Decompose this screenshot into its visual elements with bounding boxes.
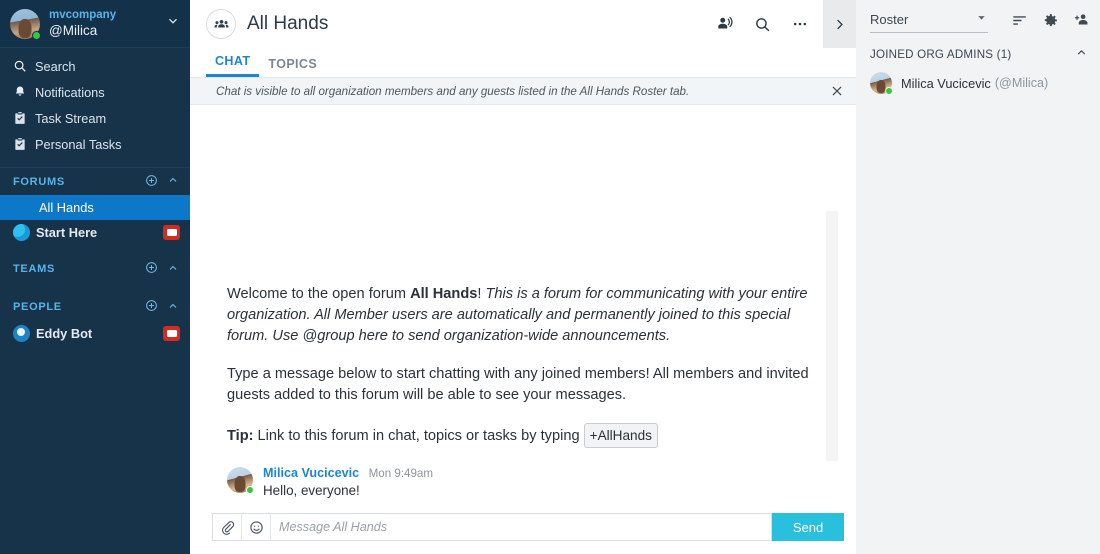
message-composer: Send bbox=[190, 508, 856, 554]
chat-message: Milica Vucicevic Mon 9:49am Hello, every… bbox=[227, 465, 826, 498]
sidebar-item-label: Personal Tasks bbox=[35, 136, 122, 152]
notify-person-icon[interactable] bbox=[706, 15, 744, 33]
roster-select-value: Roster bbox=[870, 12, 909, 27]
emoji-smiley-icon[interactable] bbox=[242, 514, 270, 540]
chevron-up-icon[interactable] bbox=[167, 174, 179, 189]
sidebar-item-search[interactable]: Search bbox=[0, 53, 190, 79]
visibility-notice: Chat is visible to all organization memb… bbox=[190, 78, 856, 105]
main-content: All Hands CHAT TOPICS Chat is visible to… bbox=[190, 0, 856, 554]
avatar bbox=[870, 72, 893, 95]
sidebar-item-label: Eddy Bot bbox=[36, 326, 93, 341]
forum-header: All Hands bbox=[190, 0, 856, 48]
forum-link-chip[interactable]: +AllHands bbox=[583, 423, 658, 448]
welcome-paragraph-2: Type a message below to start chatting w… bbox=[227, 366, 809, 403]
tip-label: Tip: bbox=[227, 428, 254, 444]
sidebar-item-personal-tasks[interactable]: Personal Tasks bbox=[0, 131, 190, 157]
roster-select[interactable]: Roster bbox=[870, 7, 988, 33]
presence-dot-icon bbox=[246, 486, 254, 494]
sidebar-item-task-stream[interactable]: Task Stream bbox=[0, 105, 190, 131]
forum-avatar-icon bbox=[13, 224, 30, 241]
sidebar-item-all-hands[interactable]: All Hands bbox=[0, 195, 190, 220]
group-label: PEOPLE bbox=[13, 301, 62, 313]
page-title: All Hands bbox=[247, 13, 329, 34]
paperclip-icon[interactable] bbox=[213, 514, 241, 540]
sidebar-group-people: PEOPLE bbox=[0, 293, 190, 321]
tab-chat[interactable]: CHAT bbox=[206, 54, 260, 77]
presence-dot-icon bbox=[32, 30, 41, 40]
sidebar-item-label: Task Stream bbox=[35, 110, 107, 126]
add-people-icon[interactable] bbox=[1073, 11, 1091, 29]
user-handle: @Milica bbox=[49, 22, 98, 38]
tip-text: Link to this forum in chat, topics or ta… bbox=[253, 428, 584, 444]
member-name: Milica Vucicevic bbox=[901, 75, 991, 91]
sidebar-item-eddy-bot[interactable]: Eddy Bot bbox=[0, 321, 190, 346]
welcome-lead: Welcome to the open forum bbox=[227, 286, 411, 302]
unread-badge-icon bbox=[163, 225, 180, 240]
chevron-right-icon[interactable] bbox=[823, 0, 856, 48]
chat-scroll-area[interactable]: Welcome to the open forum All Hands! Thi… bbox=[190, 105, 856, 508]
welcome-tip: Tip: Link to this forum in chat, topics … bbox=[227, 423, 826, 448]
plus-circle-icon[interactable] bbox=[145, 174, 158, 190]
roster-section-title: JOINED ORG ADMINS (1) bbox=[870, 47, 1012, 61]
close-icon[interactable] bbox=[830, 84, 844, 98]
member-handle: (@Milica) bbox=[994, 76, 1049, 90]
plus-circle-icon[interactable] bbox=[145, 261, 158, 277]
composer-input-wrap bbox=[212, 513, 772, 541]
notice-text: Chat is visible to all organization memb… bbox=[216, 84, 690, 98]
tab-topics[interactable]: TOPICS bbox=[259, 57, 326, 77]
clipboard-check-icon bbox=[13, 137, 35, 151]
message-text: Hello, everyone! bbox=[263, 483, 360, 498]
roster-section-header[interactable]: JOINED ORG ADMINS (1) bbox=[856, 40, 1100, 68]
sidebar-item-label: Start Here bbox=[36, 225, 98, 240]
sidebar-group-forums: FORUMS bbox=[0, 167, 190, 195]
forum-welcome: Welcome to the open forum All Hands! Thi… bbox=[227, 284, 826, 448]
plus-circle-icon[interactable] bbox=[145, 299, 158, 315]
sidebar-item-label: Search bbox=[35, 58, 76, 74]
chevron-up-icon[interactable] bbox=[1075, 46, 1088, 62]
sidebar-item-label: All Hands bbox=[39, 200, 94, 215]
search-icon bbox=[13, 59, 35, 73]
avatar bbox=[227, 467, 254, 494]
bot-avatar-icon bbox=[13, 325, 30, 342]
group-label: FORUMS bbox=[13, 175, 65, 188]
avatar bbox=[10, 8, 41, 40]
welcome-paragraph-1: Welcome to the open forum All Hands! Thi… bbox=[227, 284, 826, 347]
forum-tabs: CHAT TOPICS bbox=[190, 48, 856, 78]
message-timestamp: Mon 9:49am bbox=[368, 467, 434, 480]
org-name: mvcompany bbox=[49, 8, 117, 21]
org-switcher[interactable]: mvcompany @Milica bbox=[0, 0, 190, 48]
ellipsis-icon[interactable] bbox=[781, 15, 819, 33]
sort-lines-icon[interactable] bbox=[1011, 12, 1028, 29]
sidebar-group-teams: TEAMS bbox=[0, 255, 190, 283]
clipboard-check-icon bbox=[13, 111, 35, 125]
roster-member[interactable]: Milica Vucicevic (@Milica) bbox=[856, 68, 1100, 98]
left-sidebar: mvcompany @Milica Search Notifications T… bbox=[0, 0, 190, 554]
bell-icon bbox=[13, 85, 35, 99]
group-label: TEAMS bbox=[13, 263, 55, 275]
send-button[interactable]: Send bbox=[772, 513, 844, 541]
gear-icon[interactable] bbox=[1042, 12, 1059, 29]
search-icon[interactable] bbox=[744, 16, 781, 33]
chevron-up-icon[interactable] bbox=[167, 262, 179, 277]
chevron-down-icon bbox=[975, 11, 988, 29]
org-user-names: mvcompany @Milica bbox=[49, 9, 116, 39]
welcome-forum-name: All Hands bbox=[410, 286, 478, 302]
message-author[interactable]: Milica Vucicevic bbox=[263, 466, 359, 480]
chat-scrollbar[interactable] bbox=[826, 211, 838, 461]
roster-toolbar: Roster bbox=[856, 0, 1100, 40]
sidebar-item-notifications[interactable]: Notifications bbox=[0, 79, 190, 105]
message-input[interactable] bbox=[271, 514, 771, 540]
sidebar-item-label: Notifications bbox=[35, 84, 105, 100]
roster-panel: Roster JOINED ORG ADMINS (1) Milica Vuci… bbox=[856, 0, 1100, 554]
chat-messages: Welcome to the open forum All Hands! Thi… bbox=[190, 284, 856, 508]
unread-badge-icon bbox=[163, 326, 180, 341]
chevron-up-icon[interactable] bbox=[167, 300, 179, 315]
sidebar-nav: Search Notifications Task Stream Persona… bbox=[0, 48, 190, 157]
chevron-down-icon[interactable] bbox=[166, 14, 180, 33]
sidebar-item-start-here[interactable]: Start Here bbox=[0, 220, 190, 245]
app-root: mvcompany @Milica Search Notifications T… bbox=[0, 0, 1100, 554]
presence-dot-icon bbox=[885, 87, 893, 95]
people-group-icon bbox=[206, 9, 236, 39]
